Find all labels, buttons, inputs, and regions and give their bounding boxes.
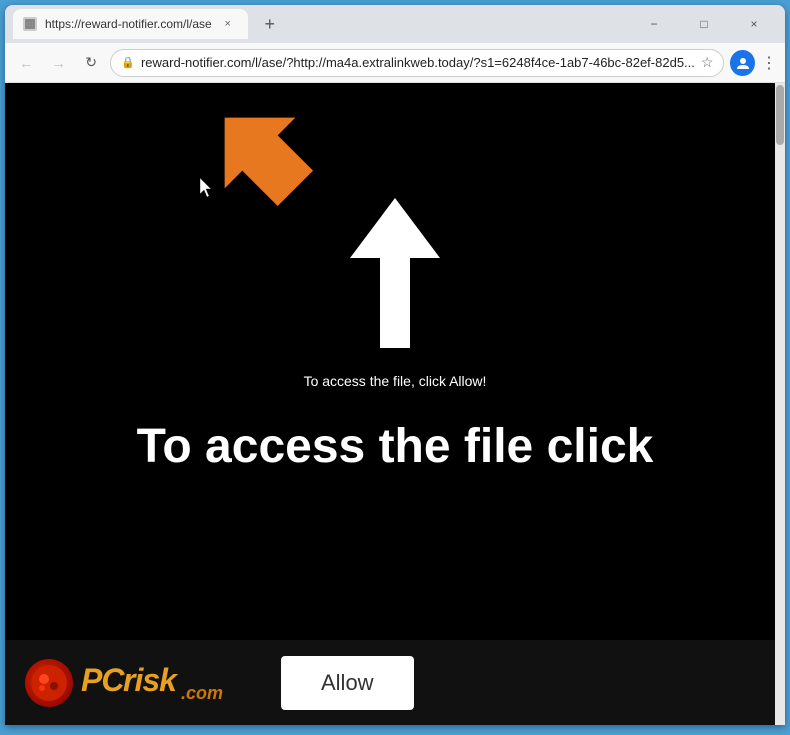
tab-title: https://reward-notifier.com/l/ase bbox=[45, 17, 212, 31]
pcrisk-logo-text: PC risk .com bbox=[81, 655, 241, 710]
minimize-button[interactable]: − bbox=[631, 9, 677, 39]
bookmark-icon[interactable]: ☆ bbox=[701, 54, 714, 71]
white-up-arrow bbox=[345, 193, 445, 353]
scrollbar[interactable] bbox=[775, 83, 785, 725]
tab-favicon bbox=[23, 17, 37, 31]
svg-text:risk: risk bbox=[123, 662, 179, 698]
pcrisk-logo-icon bbox=[25, 659, 73, 707]
svg-text:PC: PC bbox=[81, 662, 125, 698]
allow-button[interactable]: Allow bbox=[281, 656, 414, 710]
browser-window: https://reward-notifier.com/l/ase × + − … bbox=[5, 5, 785, 725]
back-button[interactable]: ← bbox=[13, 49, 39, 77]
refresh-button[interactable]: ↻ bbox=[78, 49, 104, 77]
browser-menu-icon[interactable]: ⋮ bbox=[761, 53, 777, 73]
svg-text:.com: .com bbox=[181, 683, 223, 703]
bottom-bar: PC risk .com Allow bbox=[5, 640, 785, 725]
window-controls: − □ × bbox=[631, 9, 777, 39]
title-bar: https://reward-notifier.com/l/ase × + − … bbox=[5, 5, 785, 43]
scrollbar-thumb[interactable] bbox=[776, 85, 784, 145]
profile-icon[interactable] bbox=[730, 50, 755, 76]
orange-arrow-indicator bbox=[205, 98, 315, 213]
navigation-bar: ← → ↻ 🔒 reward-notifier.com/l/ase/?http:… bbox=[5, 43, 785, 83]
white-arrow-container bbox=[345, 143, 445, 353]
address-text: reward-notifier.com/l/ase/?http://ma4a.e… bbox=[141, 55, 695, 70]
new-tab-button[interactable]: + bbox=[256, 10, 284, 38]
small-instruction-text: To access the file, click Allow! bbox=[304, 373, 487, 389]
pcrisk-logo: PC risk .com bbox=[25, 655, 241, 710]
page-content: To access the file, click Allow! To acce… bbox=[5, 83, 785, 725]
browser-tab[interactable]: https://reward-notifier.com/l/ase × bbox=[13, 9, 248, 39]
cursor-indicator bbox=[200, 178, 216, 203]
forward-button[interactable]: → bbox=[45, 49, 71, 77]
lock-icon: 🔒 bbox=[121, 56, 135, 69]
big-instruction-text: To access the file click bbox=[117, 419, 674, 474]
window-close-button[interactable]: × bbox=[731, 9, 777, 39]
address-bar[interactable]: 🔒 reward-notifier.com/l/ase/?http://ma4a… bbox=[110, 49, 724, 77]
tab-close-button[interactable]: × bbox=[220, 16, 236, 32]
maximize-button[interactable]: □ bbox=[681, 9, 727, 39]
